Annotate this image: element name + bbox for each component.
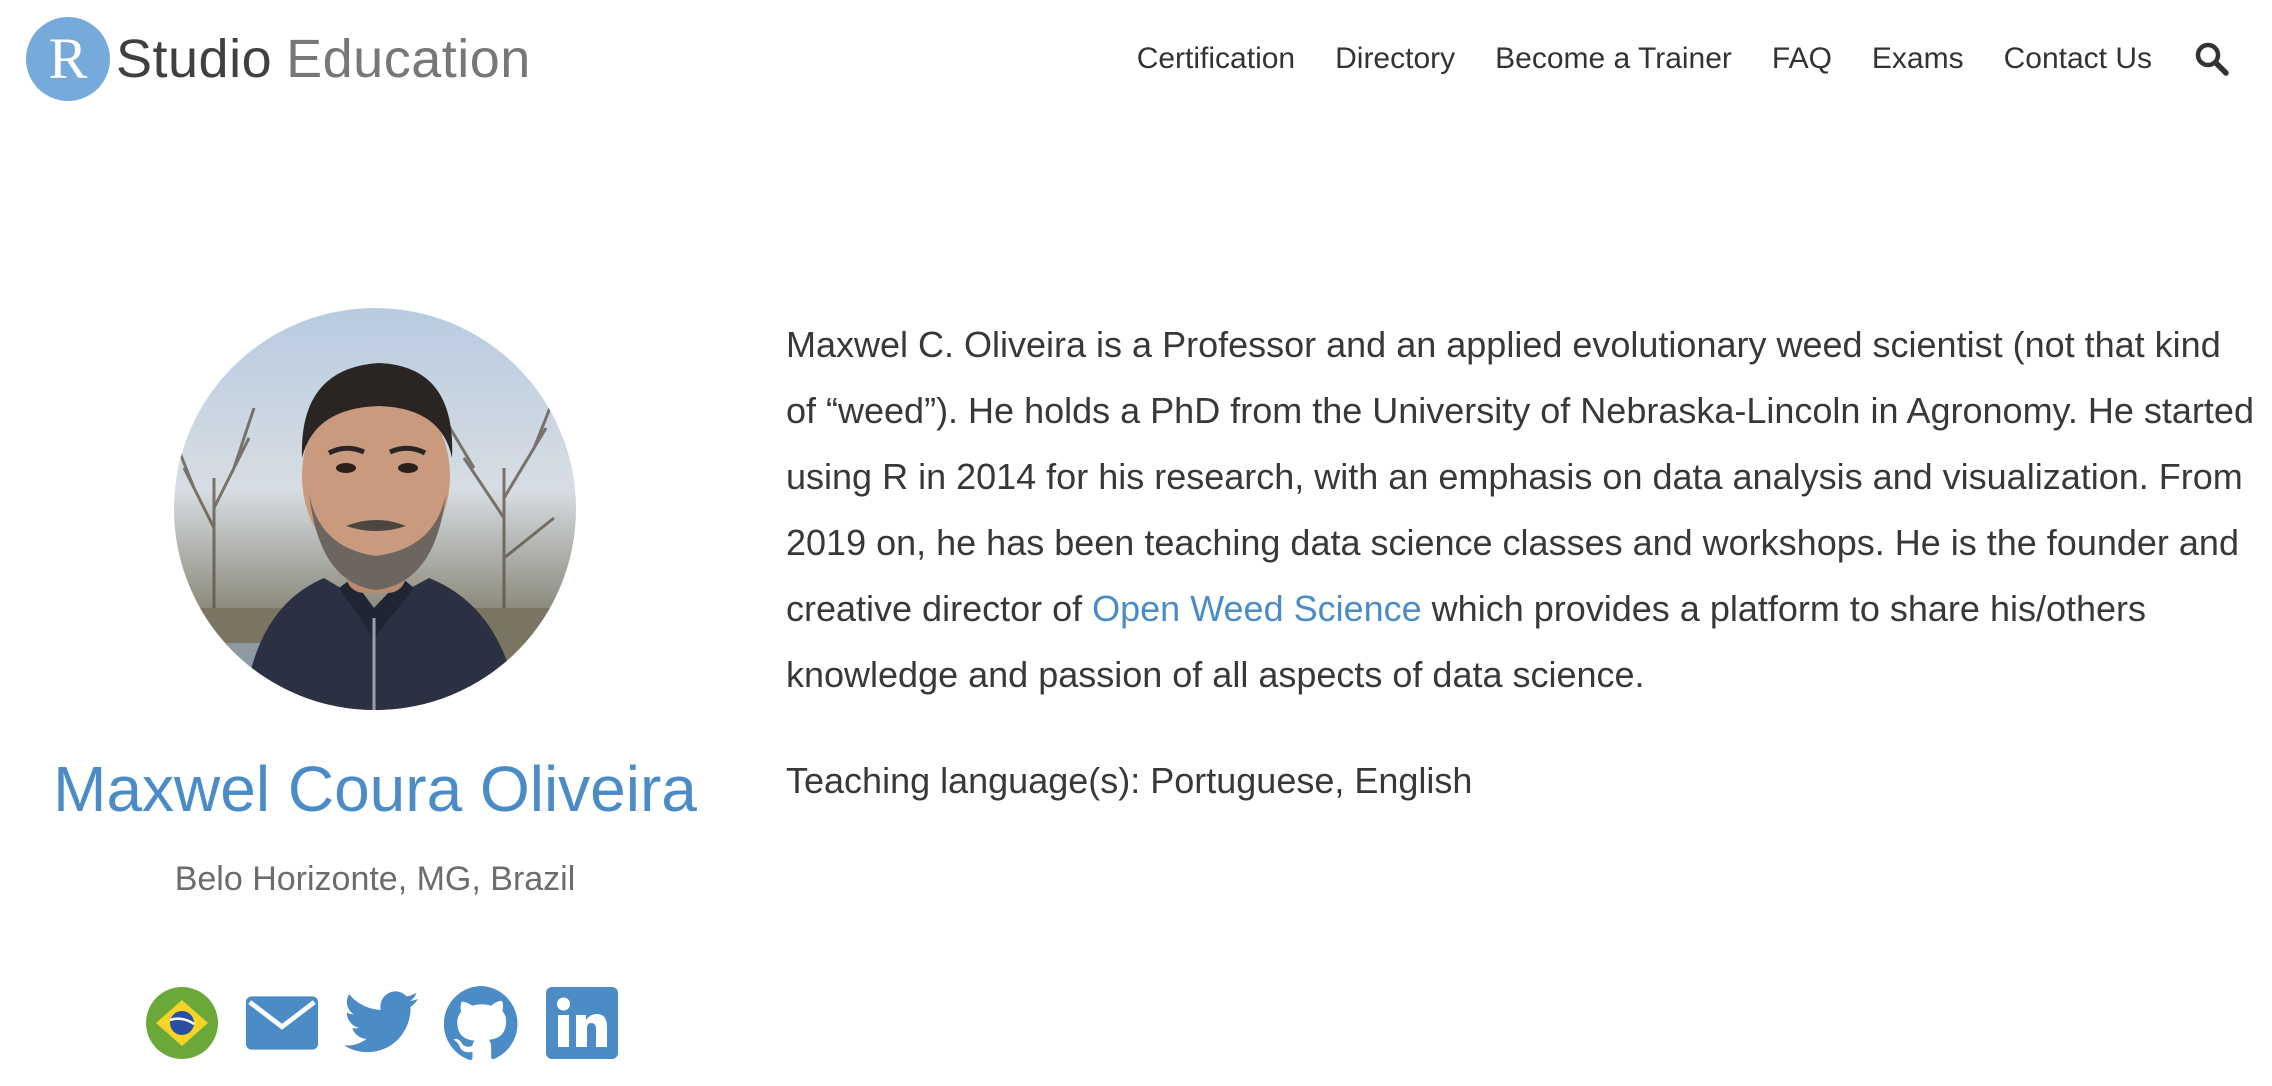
bio-text-intro: Maxwel C. Oliveira is a Professor and an… [786,324,2254,629]
r-logo-icon: R [26,17,110,101]
brazil-flag-icon[interactable] [144,985,220,1061]
bio-text: Maxwel C. Oliveira is a Professor and an… [786,312,2256,708]
person-location: Belo Horizonte, MG, Brazil [174,860,576,898]
profile-photo [174,308,576,710]
nav-certification[interactable]: Certification [1137,42,1295,76]
nav-directory[interactable]: Directory [1335,42,1455,76]
social-links [144,985,620,1061]
nav-become-a-trainer[interactable]: Become a Trainer [1495,42,1732,76]
nav-faq[interactable]: FAQ [1772,42,1832,76]
nav-exams[interactable]: Exams [1872,42,1964,76]
teaching-languages: Teaching language(s): Portuguese, Englis… [786,760,1473,801]
github-icon[interactable] [444,985,520,1061]
twitter-icon[interactable] [344,985,420,1061]
brand-logo[interactable]: R Studio Education [26,16,531,102]
email-icon[interactable] [244,985,320,1061]
search-icon[interactable] [2192,39,2232,79]
nav-contact-us[interactable]: Contact Us [2004,42,2152,76]
open-weed-science-link[interactable]: Open Weed Science [1092,588,1422,629]
person-name: Maxwel Coura Oliveira [53,753,697,825]
linkedin-icon[interactable] [544,985,620,1061]
main-nav: Certification Directory Become a Trainer… [1137,34,2232,84]
page: R Studio Education Certification Directo… [0,0,2272,1086]
brand-education-text: Education [286,29,531,89]
brand-studio-text: Studio [116,29,273,89]
